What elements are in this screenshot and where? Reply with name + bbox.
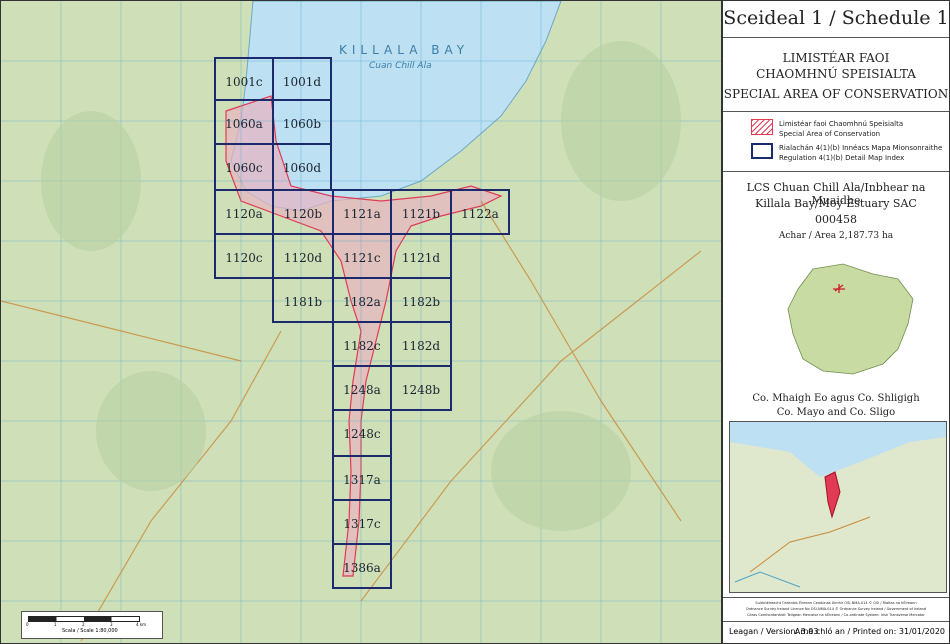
scale-tick: 2 <box>82 622 85 627</box>
tile-1060d[interactable]: 1060d <box>272 143 332 191</box>
tile-1121a[interactable]: 1121a <box>332 189 392 235</box>
county-irish: Co. Mhaigh Eo agus Co. Shligigh <box>752 393 920 404</box>
scale-tick: 0 <box>26 622 29 627</box>
site-name-english: Killala Bay/Moy Estuary SAC <box>755 197 917 210</box>
tile-1121d[interactable]: 1121d <box>390 233 452 279</box>
tile-1120a[interactable]: 1120a <box>214 189 274 235</box>
tile-1001d[interactable]: 1001d <box>272 57 332 101</box>
site-code: 000458 <box>815 213 857 226</box>
scale-tick: 3 <box>110 622 113 627</box>
sac-swatch <box>751 119 773 135</box>
schedule-title: Sceideal 1 / Schedule 1 <box>723 7 949 29</box>
bay-label-irish: Cuan Chill Ala <box>369 61 432 71</box>
inset-map <box>729 421 947 593</box>
tile-1248c[interactable]: 1248c <box>332 409 392 457</box>
legend-sac-english: Special Area of Conservation <box>779 130 881 138</box>
bay-label: KILLALA BAY <box>339 43 470 57</box>
county-english: Co. Mayo and Co. Sligo <box>776 407 896 418</box>
tile-1001c[interactable]: 1001c <box>214 57 274 101</box>
heading-english: SPECIAL AREA OF CONSERVATION <box>723 87 949 101</box>
tile-1182b[interactable]: 1182b <box>390 277 452 323</box>
tile-1121b[interactable]: 1121b <box>390 189 452 235</box>
legend-sac-irish: Limistéar faoi Chaomhnú Speisialta <box>779 120 904 128</box>
copyright-line-3: Córas Comhordanáidí: Teilgean Mercator n… <box>747 613 925 617</box>
site-area: Achar / Area 2,187.73 ha <box>778 231 894 241</box>
tile-1182a[interactable]: 1182a <box>332 277 392 323</box>
tile-1120b[interactable]: 1120b <box>272 189 334 235</box>
scale-tick: 4 km <box>136 622 147 627</box>
tile-1182d[interactable]: 1182d <box>390 321 452 367</box>
tile-1182c[interactable]: 1182c <box>332 321 392 367</box>
tile-1121c[interactable]: 1121c <box>332 233 392 279</box>
tile-1386a[interactable]: 1386a <box>332 543 392 589</box>
tile-1060a[interactable]: 1060a <box>214 99 274 145</box>
heading-irish-2: CHAOMHNÚ SPEISIALTA <box>756 67 916 81</box>
tile-1181b[interactable]: 1181b <box>272 277 334 323</box>
tile-1317a[interactable]: 1317a <box>332 455 392 501</box>
tile-1317c[interactable]: 1317c <box>332 499 392 545</box>
legend-index-english: Regulation 4(1)(b) Detail Map Index <box>779 154 905 162</box>
tile-1120d[interactable]: 1120d <box>272 233 334 279</box>
tile-1060b[interactable]: 1060b <box>272 99 332 145</box>
tile-1120c[interactable]: 1120c <box>214 233 274 279</box>
ireland-locator-map <box>787 263 914 375</box>
map-view[interactable]: KILLALA BAY Cuan Chill Ala 1001c 1001d 1… <box>0 0 722 644</box>
scale-tick: 1 <box>54 622 57 627</box>
printed-date: Arna chló an / Printed on: 31/01/2020 <box>794 627 945 636</box>
scale-bar: 0 1 2 3 4 km Scala / Scale 1:80,000 <box>21 611 163 639</box>
copyright-line-1: Suirbhéireacht Ordanáis Éireann Ceadúnas… <box>755 601 917 605</box>
tile-1060c[interactable]: 1060c <box>214 143 274 191</box>
tile-1248b[interactable]: 1248b <box>390 365 452 411</box>
index-swatch <box>751 143 773 159</box>
legend-index-irish: Rialachán 4(1)(b) Innéacs Mapa Mionsonra… <box>779 144 943 152</box>
tile-1122a[interactable]: 1122a <box>450 189 510 235</box>
copyright-line-2: Ordnance Survey Ireland Licence No OSI-N… <box>745 607 927 611</box>
heading-irish-1: LIMISTÉAR FAOI <box>782 51 890 65</box>
tile-1248a[interactable]: 1248a <box>332 365 392 411</box>
legend-panel: Sceideal 1 / Schedule 1 LIMISTÉAR FAOI C… <box>722 0 950 644</box>
scale-label: Scala / Scale 1:80,000 <box>62 628 118 634</box>
